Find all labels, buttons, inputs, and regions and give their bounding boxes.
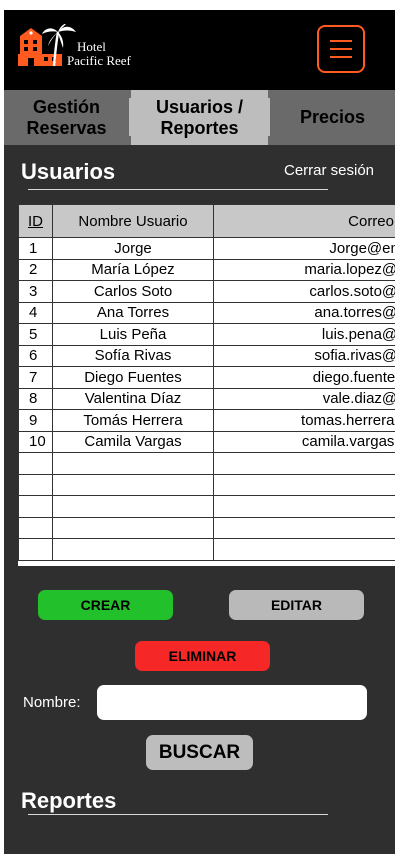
table-header-row: ID Nombre Usuario Correo (18, 204, 395, 238)
users-title-underline (28, 189, 328, 190)
cell-email: sofia.rivas@em (213, 345, 395, 367)
cell-name (52, 495, 214, 518)
search-name-label: Nombre: (23, 694, 81, 711)
create-button[interactable]: CREAR (38, 590, 173, 620)
cell-name: Carlos Soto (52, 280, 214, 303)
cell-id: 10 (18, 431, 53, 453)
cell-id (18, 474, 53, 496)
cell-email (213, 474, 395, 496)
table-row[interactable] (18, 538, 395, 561)
tab-precios[interactable]: Precios (270, 90, 395, 145)
table-row[interactable]: 2María Lópezmaria.lopez@em (18, 259, 395, 281)
logout-link[interactable]: Cerrar sesión (284, 162, 374, 179)
table-row[interactable]: 3Carlos Sotocarlos.soto@em (18, 280, 395, 303)
cell-name (52, 517, 214, 539)
hamburger-menu-button[interactable] (317, 25, 365, 73)
header: Hotel Pacific Reef (4, 10, 395, 90)
table-row[interactable]: 9Tomás Herreratomas.herrera@e (18, 409, 395, 432)
cell-id: 2 (18, 259, 53, 281)
hamburger-line (330, 56, 352, 58)
cell-email (213, 495, 395, 518)
table-row[interactable]: 1JorgeJorge@email (18, 237, 395, 260)
cell-email (213, 517, 395, 539)
cell-email: camila.vargas@e (213, 431, 395, 453)
brand-line-1: Hotel (77, 39, 106, 54)
cell-id: 1 (18, 237, 53, 260)
reports-title-underline (28, 814, 328, 815)
table-row[interactable]: 7Diego Fuentesdiego.fuentes@ (18, 366, 395, 389)
cell-name: Jorge (52, 237, 214, 260)
cell-name: Diego Fuentes (52, 366, 214, 389)
reports-section-title: Reportes (21, 788, 117, 813)
table-row[interactable]: 10Camila Vargascamila.vargas@e (18, 431, 395, 453)
table-row[interactable]: 6Sofía Rivassofia.rivas@em (18, 345, 395, 367)
cell-id: 5 (18, 323, 53, 346)
table-row[interactable] (18, 495, 395, 518)
cell-id (18, 495, 53, 518)
cell-name (52, 452, 214, 475)
table-row[interactable]: 5Luis Peñaluis.pena@em (18, 323, 395, 346)
search-button[interactable]: BUSCAR (146, 735, 253, 770)
cell-name: Ana Torres (52, 302, 214, 324)
brand-name: Hotel Pacific Reef (67, 40, 131, 68)
cell-email: maria.lopez@em (213, 259, 395, 281)
table-row[interactable]: 4Ana Torresana.torres@em (18, 302, 395, 324)
table-row[interactable] (18, 452, 395, 475)
cell-name: Sofía Rivas (52, 345, 214, 367)
tab-usuarios-reportes[interactable]: Usuarios / Reportes (131, 90, 268, 145)
cell-email: luis.pena@em (213, 323, 395, 346)
cell-email (213, 452, 395, 475)
table-row[interactable] (18, 517, 395, 539)
column-header-id[interactable]: ID (18, 204, 53, 238)
column-header-email[interactable]: Correo (213, 204, 395, 238)
cell-email: ana.torres@em (213, 302, 395, 324)
table-row[interactable] (18, 474, 395, 496)
cell-name: Valentina Díaz (52, 388, 214, 410)
cell-id: 4 (18, 302, 53, 324)
cell-id: 7 (18, 366, 53, 389)
edit-button[interactable]: EDITAR (229, 590, 364, 620)
hamburger-line (330, 48, 352, 50)
cell-name: Camila Vargas (52, 431, 214, 453)
cell-email: Jorge@email (213, 237, 395, 260)
column-header-name[interactable]: Nombre Usuario (52, 204, 214, 238)
cell-id (18, 517, 53, 539)
cell-email (213, 538, 395, 561)
cell-name (52, 474, 214, 496)
cell-email: diego.fuentes@ (213, 366, 395, 389)
hamburger-menu-icon (330, 40, 352, 42)
app-frame: Hotel Pacific Reef Gestión Reservas Usua… (4, 10, 395, 854)
cell-name: Tomás Herrera (52, 409, 214, 432)
cell-name: Luis Peña (52, 323, 214, 346)
cell-email: vale.diaz@em (213, 388, 395, 410)
cell-name: María López (52, 259, 214, 281)
cell-id: 8 (18, 388, 53, 410)
cell-id: 3 (18, 280, 53, 303)
cell-email: carlos.soto@em (213, 280, 395, 303)
table-row[interactable]: 8Valentina Díazvale.diaz@em (18, 388, 395, 410)
tab-bar: Gestión Reservas Usuarios / Reportes Pre… (4, 90, 395, 145)
tab-gestion-reservas[interactable]: Gestión Reservas (4, 90, 129, 145)
cell-id: 9 (18, 409, 53, 432)
users-section-title: Usuarios (21, 159, 116, 184)
delete-button[interactable]: ELIMINAR (135, 641, 270, 671)
search-name-input[interactable] (97, 685, 367, 720)
cell-id (18, 452, 53, 475)
brand-line-2: Pacific Reef (67, 53, 131, 68)
cell-name (52, 538, 214, 561)
cell-id (18, 538, 53, 561)
cell-email: tomas.herrera@e (213, 409, 395, 432)
cell-id: 6 (18, 345, 53, 367)
users-table: ID Nombre Usuario Correo 1JorgeJorge@ema… (18, 204, 395, 566)
